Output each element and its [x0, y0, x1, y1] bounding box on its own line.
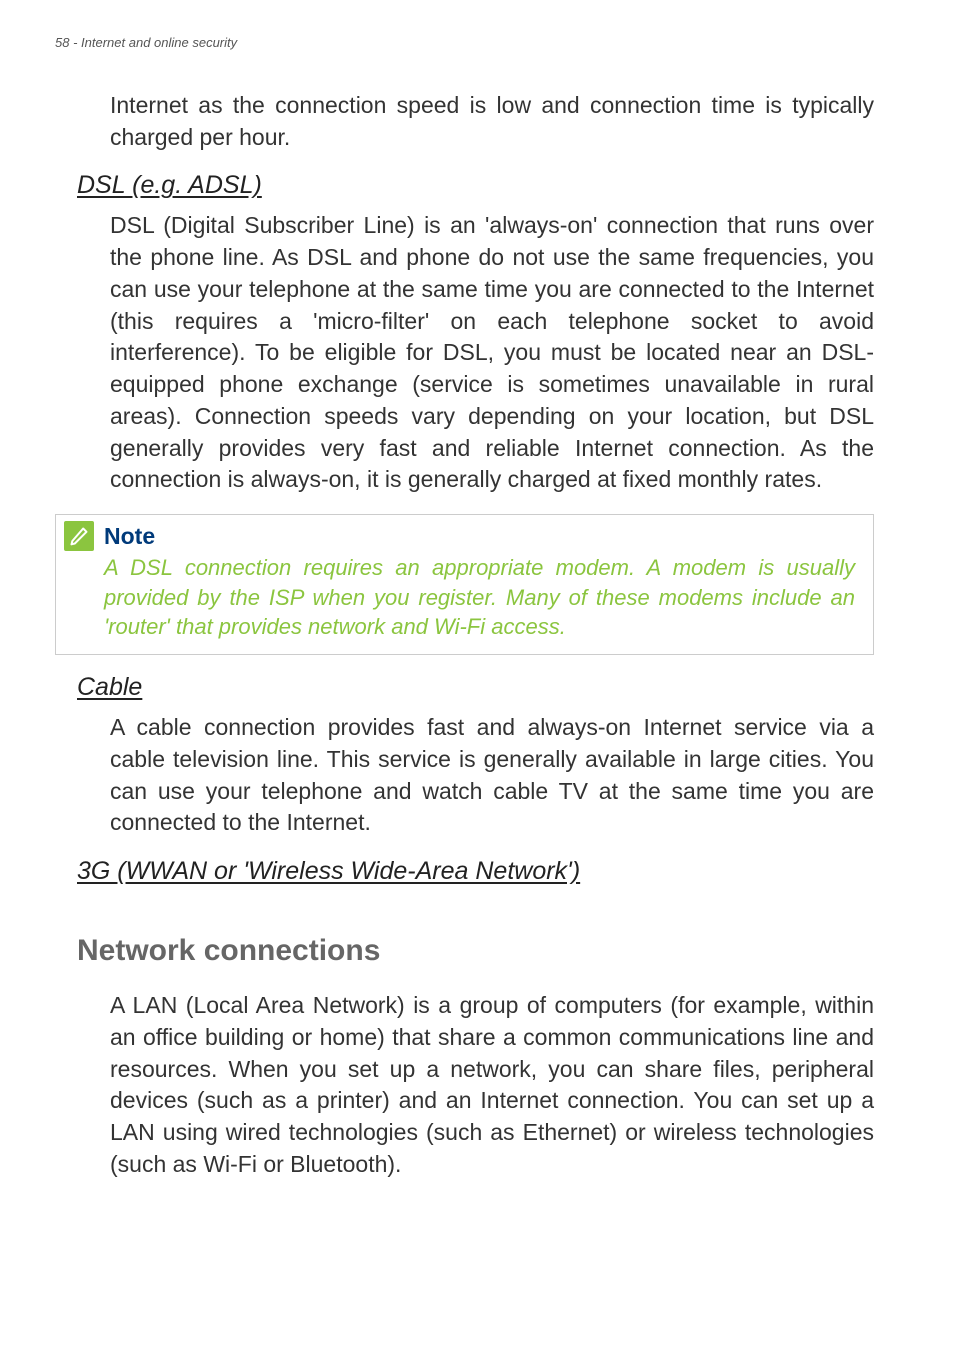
document-page: 58 - Internet and online security Intern…: [0, 0, 954, 1352]
dsl-heading: DSL (e.g. ADSL): [55, 171, 874, 200]
page-number: 58: [55, 35, 69, 50]
network-connections-body: A LAN (Local Area Network) is a group of…: [55, 990, 874, 1180]
dsl-body: DSL (Digital Subscriber Line) is an 'alw…: [55, 210, 874, 496]
note-box: Note A DSL connection requires an approp…: [55, 514, 874, 655]
pencil-icon: [64, 521, 94, 551]
note-title: Note: [104, 523, 155, 550]
cable-body: A cable connection provides fast and alw…: [55, 712, 874, 839]
section-title: Internet and online security: [81, 35, 237, 50]
intro-paragraph: Internet as the connection speed is low …: [55, 90, 874, 153]
note-header: Note: [64, 521, 855, 551]
note-body: A DSL connection requires an appropriate…: [104, 553, 855, 642]
running-header: 58 - Internet and online security: [55, 35, 874, 50]
network-connections-heading: Network connections: [55, 934, 874, 968]
cable-heading: Cable: [55, 673, 874, 702]
wwan-heading: 3G (WWAN or 'Wireless Wide-Area Network'…: [55, 857, 874, 886]
